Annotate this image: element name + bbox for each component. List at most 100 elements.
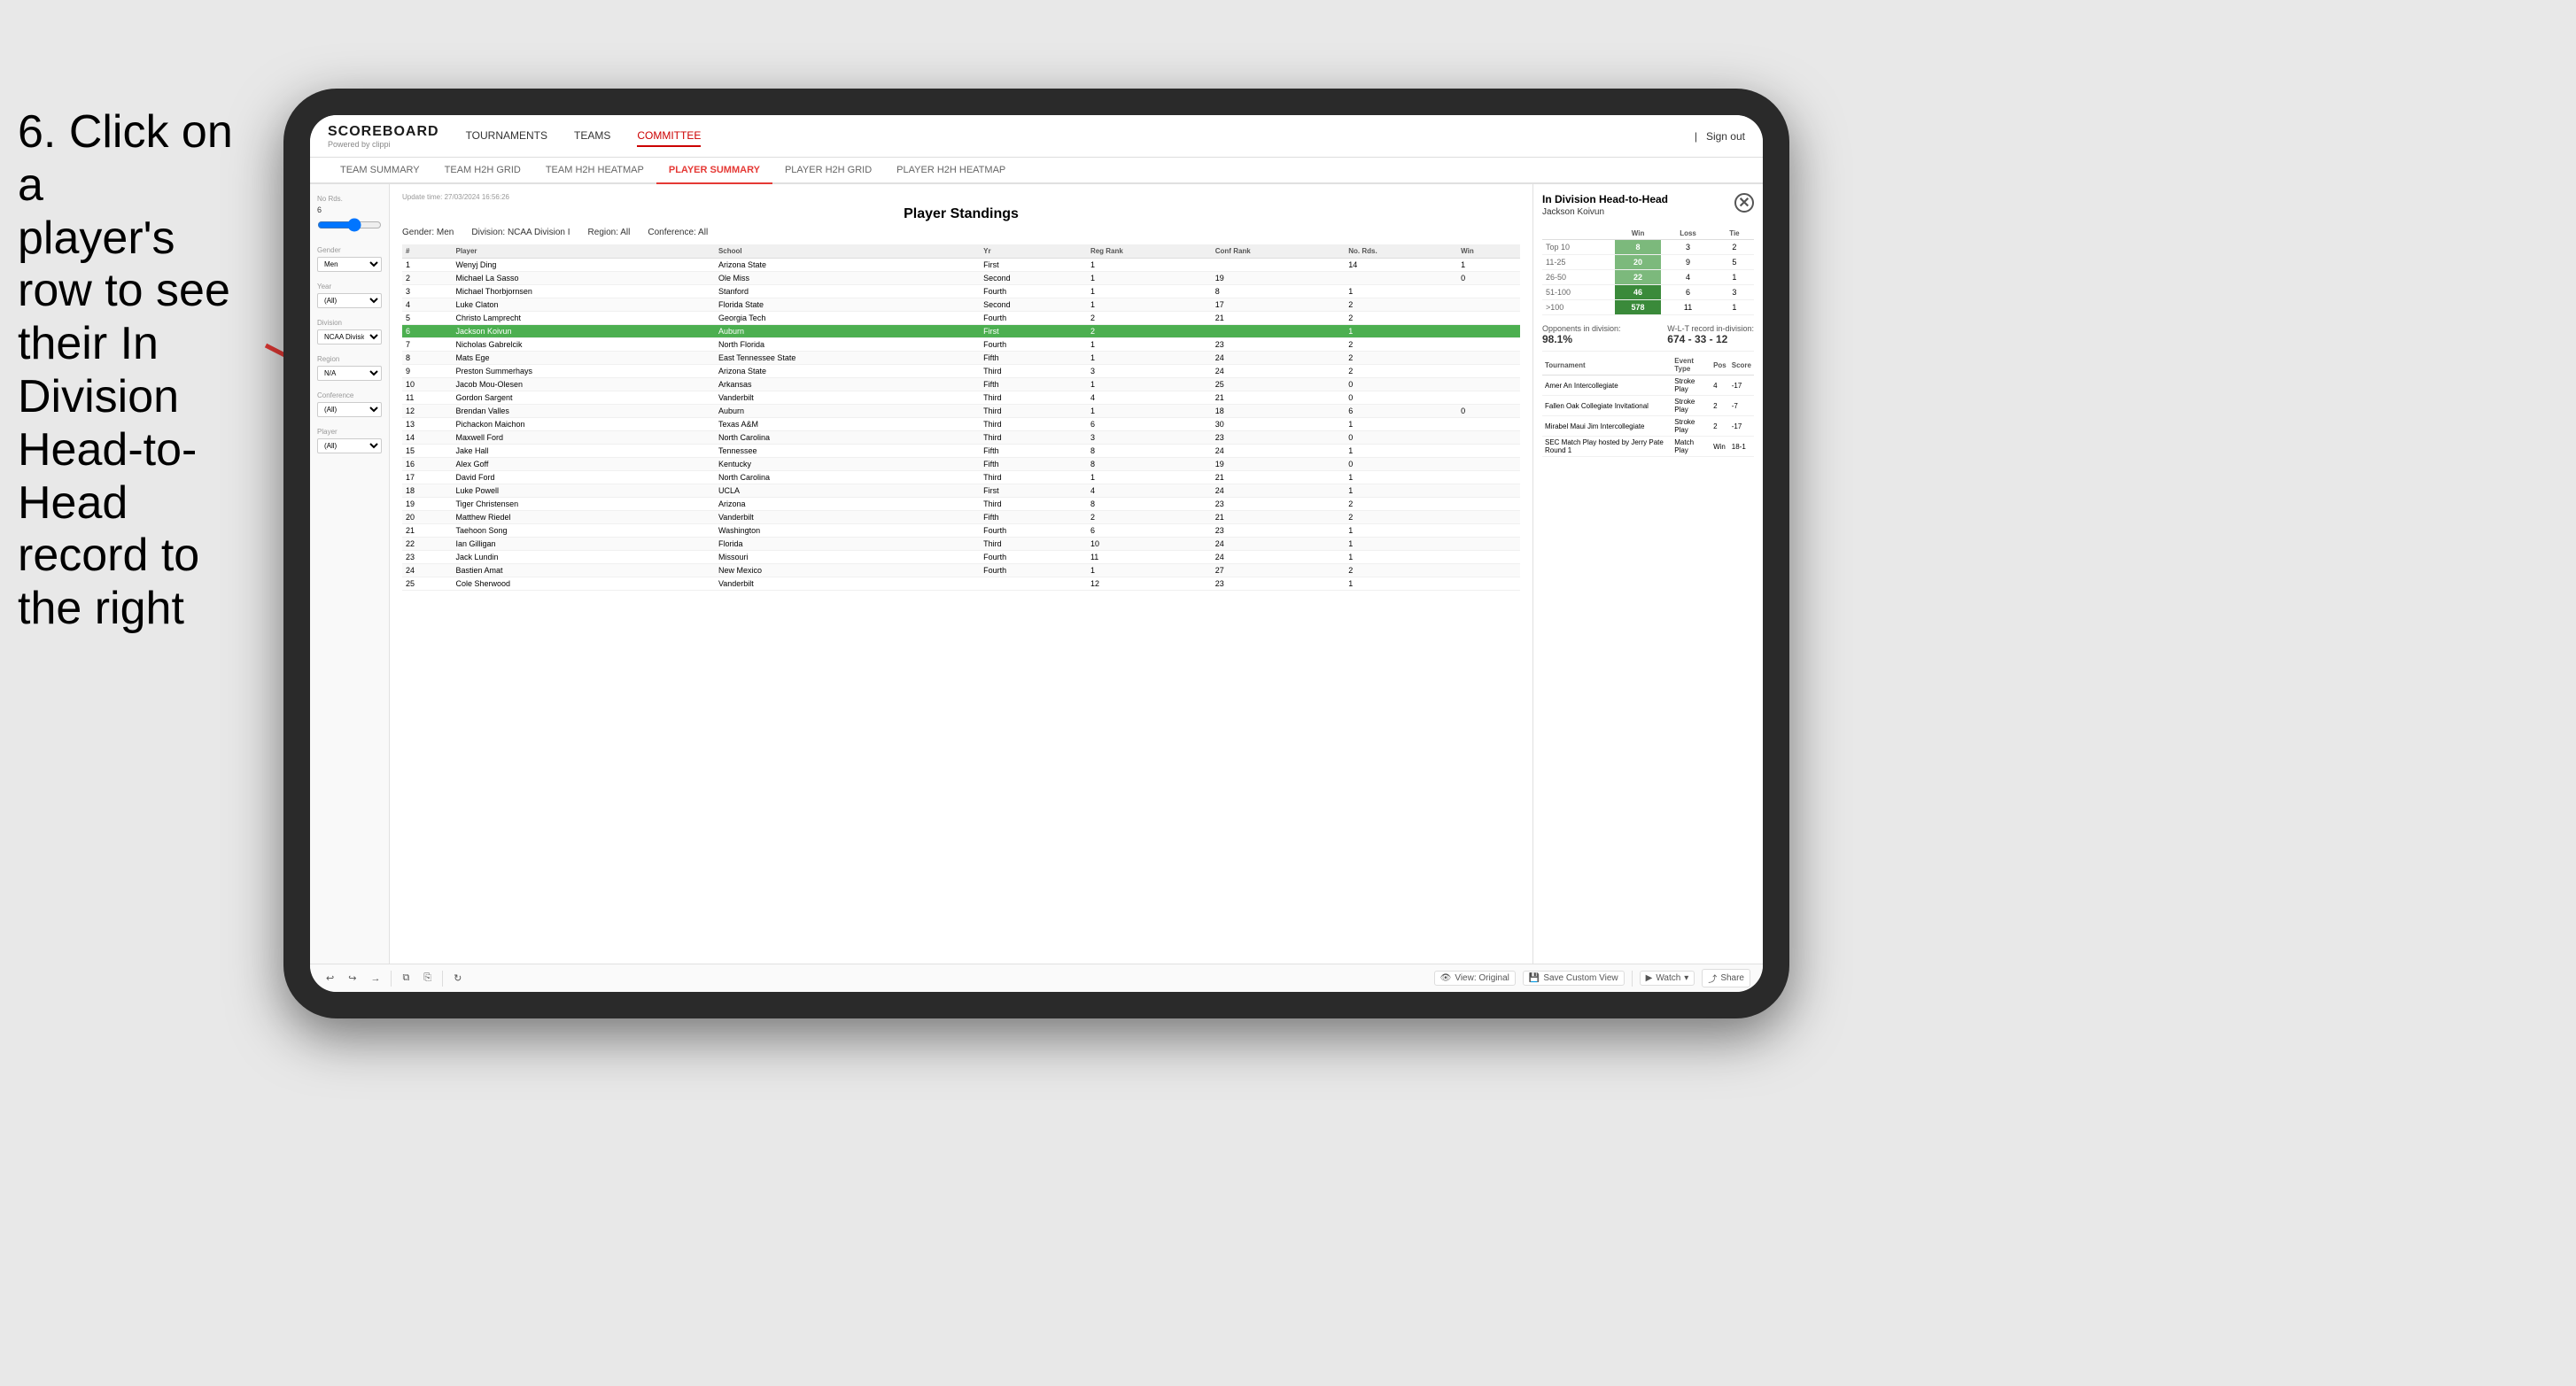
table-row[interactable]: 14 Maxwell Ford North Carolina Third 3 2… (402, 431, 1520, 445)
cell-rds: 2 (1345, 498, 1457, 511)
watch-button[interactable]: ▶ Watch ▾ (1640, 971, 1695, 986)
cell-yr (980, 577, 1087, 591)
no-rds-label: No Rds. (317, 195, 382, 203)
close-button[interactable]: ✕ (1734, 193, 1754, 213)
h2h-loss: 9 (1661, 255, 1715, 270)
share-button[interactable]: ⤴ Share (1702, 969, 1750, 987)
conference-select[interactable]: (All) (317, 402, 382, 417)
table-row[interactable]: 7 Nicholas Gabrelcik North Florida Fourt… (402, 338, 1520, 352)
th-school: School (715, 244, 980, 259)
nav-separator: | (1695, 130, 1697, 143)
table-row[interactable]: 9 Preston Summerhays Arizona State Third… (402, 365, 1520, 378)
table-row[interactable]: 15 Jake Hall Tennessee Fifth 8 24 1 (402, 445, 1520, 458)
tab-player-summary[interactable]: PLAYER SUMMARY (656, 158, 772, 184)
paste-button[interactable]: ⎘ (420, 971, 435, 986)
opponents-label: Opponents in division: (1542, 324, 1621, 333)
tab-player-h2h-heatmap[interactable]: PLAYER H2H HEATMAP (884, 158, 1018, 182)
table-row[interactable]: 6 Jackson Koivun Auburn First 2 1 (402, 325, 1520, 338)
table-row[interactable]: 24 Bastien Amat New Mexico Fourth 1 27 2 (402, 564, 1520, 577)
cell-conf: 24 (1212, 484, 1346, 498)
table-row[interactable]: 20 Matthew Riedel Vanderbilt Fifth 2 21 … (402, 511, 1520, 524)
table-row[interactable]: 25 Cole Sherwood Vanderbilt 12 23 1 (402, 577, 1520, 591)
table-row[interactable]: 1 Wenyj Ding Arizona State First 1 14 1 (402, 259, 1520, 272)
region-select[interactable]: N/A (317, 366, 382, 381)
tournament-row: SEC Match Play hosted by Jerry Pate Roun… (1542, 437, 1754, 457)
cell-school: Stanford (715, 285, 980, 298)
watch-icon: ▶ (1646, 973, 1653, 983)
sign-out-link[interactable]: Sign out (1706, 130, 1745, 143)
cell-player: Brendan Valles (452, 405, 714, 418)
table-row[interactable]: 22 Ian Gilligan Florida Third 10 24 1 (402, 538, 1520, 551)
instruction-text: 6. Click on a player's row to see their … (0, 106, 257, 636)
cell-win (1457, 338, 1520, 352)
t-th-score: Score (1729, 355, 1754, 376)
tab-team-summary[interactable]: TEAM SUMMARY (328, 158, 432, 182)
h2h-tie: 2 (1715, 240, 1754, 255)
nav-link-committee[interactable]: COMMITTEE (637, 126, 701, 147)
tab-player-h2h-grid[interactable]: PLAYER H2H GRID (772, 158, 884, 182)
table-row[interactable]: 21 Taehoon Song Washington Fourth 6 23 1 (402, 524, 1520, 538)
table-row[interactable]: 13 Pichackon Maichon Texas A&M Third 6 3… (402, 418, 1520, 431)
gender-select[interactable]: Men Women (317, 257, 382, 272)
table-row[interactable]: 2 Michael La Sasso Ole Miss Second 1 19 … (402, 272, 1520, 285)
cell-yr: Fourth (980, 551, 1087, 564)
player-select[interactable]: (All) (317, 438, 382, 453)
t-score: 18-1 (1729, 437, 1754, 457)
cell-player: Preston Summerhays (452, 365, 714, 378)
nav-link-teams[interactable]: TEAMS (574, 126, 610, 147)
cell-conf: 23 (1212, 498, 1346, 511)
view-original-button[interactable]: 👁 View: Original (1434, 971, 1516, 986)
cell-reg: 8 (1087, 458, 1212, 471)
copy-button[interactable]: ⧉ (399, 971, 413, 986)
tab-team-h2h-grid[interactable]: TEAM H2H GRID (432, 158, 533, 182)
cell-player: Mats Ege (452, 352, 714, 365)
cell-school: Kentucky (715, 458, 980, 471)
filter-conference: Conference: All (648, 228, 708, 237)
no-rds-slider[interactable] (317, 218, 382, 232)
table-row[interactable]: 10 Jacob Mou-Olesen Arkansas Fifth 1 25 … (402, 378, 1520, 391)
main-content: No Rds. 6 Gender Men Women Year (All) (310, 184, 1763, 964)
center-panel: Update time: 27/03/2024 16:56:26 Player … (390, 184, 1532, 964)
cell-rds (1345, 272, 1457, 285)
cell-rds: 1 (1345, 445, 1457, 458)
nav-link-tournaments[interactable]: TOURNAMENTS (466, 126, 547, 147)
undo-button[interactable]: ↩ (322, 971, 338, 986)
refresh-button[interactable]: ↻ (450, 971, 465, 986)
redo-button[interactable]: ↪ (345, 971, 360, 986)
cell-yr: Fourth (980, 524, 1087, 538)
cell-school: Vanderbilt (715, 391, 980, 405)
forward-button[interactable]: → (367, 972, 384, 986)
toolbar-sep-3 (1632, 971, 1633, 987)
table-row[interactable]: 18 Luke Powell UCLA First 4 24 1 (402, 484, 1520, 498)
table-row[interactable]: 3 Michael Thorbjornsen Stanford Fourth 1… (402, 285, 1520, 298)
cell-num: 18 (402, 484, 452, 498)
cell-rds: 0 (1345, 391, 1457, 405)
sidebar-conference: Conference (All) (317, 391, 382, 417)
cell-conf: 24 (1212, 365, 1346, 378)
h2h-loss: 6 (1661, 285, 1715, 300)
table-row[interactable]: 12 Brendan Valles Auburn Third 1 18 6 0 (402, 405, 1520, 418)
table-row[interactable]: 8 Mats Ege East Tennessee State Fifth 1 … (402, 352, 1520, 365)
division-select[interactable]: NCAA Division I (317, 329, 382, 345)
table-row[interactable]: 17 David Ford North Carolina Third 1 21 … (402, 471, 1520, 484)
table-row[interactable]: 23 Jack Lundin Missouri Fourth 11 24 1 (402, 551, 1520, 564)
filter-gender: Gender: Men (402, 228, 454, 237)
table-row[interactable]: 16 Alex Goff Kentucky Fifth 8 19 0 (402, 458, 1520, 471)
cell-reg: 2 (1087, 312, 1212, 325)
cell-yr: First (980, 484, 1087, 498)
save-custom-button[interactable]: 💾 Save Custom View (1523, 971, 1625, 986)
table-row[interactable]: 11 Gordon Sargent Vanderbilt Third 4 21 … (402, 391, 1520, 405)
table-row[interactable]: 19 Tiger Christensen Arizona Third 8 23 … (402, 498, 1520, 511)
cell-reg: 11 (1087, 551, 1212, 564)
cell-num: 3 (402, 285, 452, 298)
cell-win (1457, 524, 1520, 538)
year-select[interactable]: (All) (317, 293, 382, 308)
cell-win (1457, 391, 1520, 405)
cell-yr: Third (980, 365, 1087, 378)
h2h-loss: 11 (1661, 300, 1715, 315)
watch-label: Watch (1656, 973, 1680, 983)
table-row[interactable]: 5 Christo Lamprecht Georgia Tech Fourth … (402, 312, 1520, 325)
table-row[interactable]: 4 Luke Claton Florida State Second 1 17 … (402, 298, 1520, 312)
tab-team-h2h-heatmap[interactable]: TEAM H2H HEATMAP (533, 158, 656, 182)
h2h-row: >100 578 11 1 (1542, 300, 1754, 315)
